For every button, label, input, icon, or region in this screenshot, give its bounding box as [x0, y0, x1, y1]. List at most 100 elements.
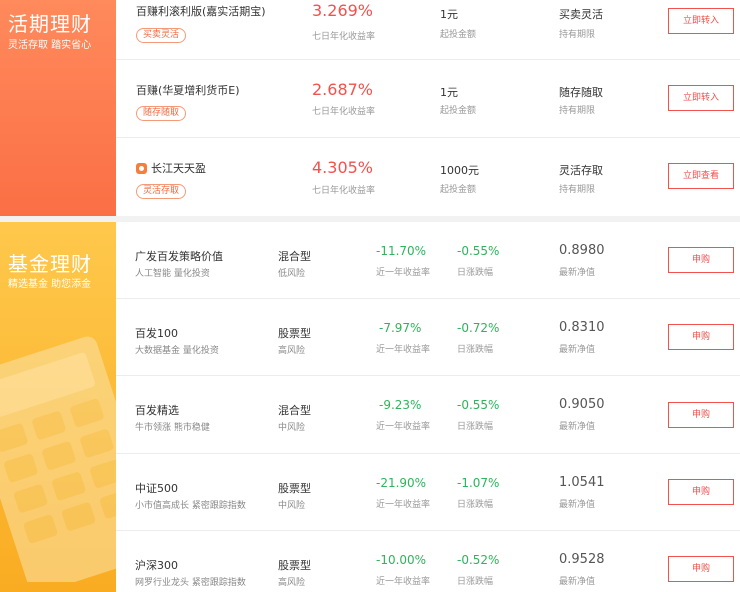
- fund-section: 基金理财 精选基金 助您添金 广发百发策略价值 人工智能 量化投资 混合型 低风…: [0, 222, 740, 592]
- min-amount-label: 起投金额: [440, 185, 477, 195]
- nav-label: 最新净值: [559, 577, 596, 587]
- fund-desc: 人工智能 量化投资: [135, 269, 210, 279]
- transfer-in-button[interactable]: 立即转入: [668, 8, 734, 34]
- year-return: -11.70%: [376, 244, 427, 258]
- current-savings-section: 活期理财 灵活存取 踏实省心 百赚利滚利版(嘉实活期宝) 买卖灵活 3.269%…: [0, 0, 740, 216]
- fund-name[interactable]: 中证500: [135, 480, 178, 496]
- fund-name[interactable]: 广发百发策略价值: [135, 248, 223, 264]
- section-title: 基金理财: [8, 252, 92, 276]
- hold-period: 随存随取: [559, 86, 603, 99]
- day-change: -0.55%: [457, 244, 500, 258]
- fund-desc: 小市值高成长 紧密跟踪指数: [135, 501, 246, 511]
- product-name[interactable]: 百赚利滚利版(嘉实活期宝): [136, 3, 266, 19]
- min-amount-label: 起投金额: [440, 30, 477, 40]
- day-change-label: 日涨跌幅: [457, 500, 494, 510]
- day-change-label: 日涨跌幅: [457, 577, 494, 587]
- rate-value: 2.687%: [312, 80, 374, 99]
- min-amount: 1000元: [440, 164, 479, 177]
- day-change: -1.07%: [457, 476, 500, 490]
- fund-desc: 牛市领涨 熊市稳健: [135, 423, 210, 433]
- day-change-label: 日涨跌幅: [457, 345, 494, 355]
- fund-list: 广发百发策略价值 人工智能 量化投资 混合型 低风险 -11.70% 近一年收益…: [116, 222, 740, 592]
- fund-name[interactable]: 百发精选: [135, 402, 179, 418]
- product-tag: 灵活存取: [136, 184, 187, 199]
- min-amount-label: 起投金额: [440, 106, 477, 116]
- nav-value: 0.8980: [559, 243, 605, 258]
- year-return-label: 近一年收益率: [376, 345, 431, 355]
- fund-type: 股票型: [278, 559, 311, 572]
- day-change-label: 日涨跌幅: [457, 268, 494, 278]
- year-return: -10.00%: [376, 553, 427, 567]
- rate-value: 4.305%: [312, 158, 374, 177]
- subscribe-button[interactable]: 申购: [668, 402, 734, 428]
- rate-label: 七日年化收益率: [312, 32, 376, 42]
- fund-name[interactable]: 沪深300: [135, 557, 178, 573]
- fund-name[interactable]: 百发100: [135, 325, 178, 341]
- min-amount: 1元: [440, 86, 458, 99]
- nav-value: 0.9050: [559, 397, 605, 412]
- view-now-button[interactable]: 立即查看: [668, 163, 734, 189]
- day-change: -0.52%: [457, 553, 500, 567]
- risk-level: 低风险: [278, 269, 306, 279]
- product-tag: 买卖灵活: [136, 28, 187, 43]
- risk-level: 高风险: [278, 346, 306, 356]
- day-change-label: 日涨跌幅: [457, 422, 494, 432]
- fund-type: 混合型: [278, 404, 311, 417]
- nav-value: 0.8310: [559, 320, 605, 335]
- section-subtitle: 灵活存取 踏实省心: [8, 40, 92, 51]
- nav-label: 最新净值: [559, 345, 596, 355]
- fund-desc: 大数据基金 量化投资: [135, 346, 219, 356]
- fund-banner: 基金理财 精选基金 助您添金: [0, 222, 116, 592]
- nav-value: 1.0541: [559, 475, 605, 490]
- current-product-list: 百赚利滚利版(嘉实活期宝) 买卖灵活 3.269% 七日年化收益率 1元 起投金…: [116, 0, 740, 216]
- current-savings-banner: 活期理财 灵活存取 踏实省心: [0, 0, 116, 216]
- nav-value: 0.9528: [559, 552, 605, 567]
- nav-label: 最新净值: [559, 422, 596, 432]
- hold-period-label: 持有期限: [559, 106, 596, 116]
- fund-type: 股票型: [278, 327, 311, 340]
- fund-row: 百发100 大数据基金 量化投资 股票型 高风险 -7.97% 近一年收益率 -…: [116, 299, 740, 376]
- product-row: 百赚利滚利版(嘉实活期宝) 买卖灵活 3.269% 七日年化收益率 1元 起投金…: [116, 0, 740, 60]
- product-row: 长江天天盈 灵活存取 4.305% 七日年化收益率 1000元 起投金额 灵活存…: [116, 138, 740, 216]
- nav-label: 最新净值: [559, 268, 596, 278]
- product-row: 百赚(华夏增利货币E) 随存随取 2.687% 七日年化收益率 1元 起投金额 …: [116, 60, 740, 138]
- calculator-illustration: [0, 336, 116, 582]
- year-return: -9.23%: [379, 398, 422, 412]
- subscribe-button[interactable]: 申购: [668, 324, 734, 350]
- rate-label: 七日年化收益率: [312, 186, 376, 196]
- year-return: -21.90%: [376, 476, 427, 490]
- year-return-label: 近一年收益率: [376, 268, 431, 278]
- year-return-label: 近一年收益率: [376, 577, 431, 587]
- changjiang-logo-icon: [136, 163, 147, 174]
- hold-period-label: 持有期限: [559, 185, 596, 195]
- section-title: 活期理财: [8, 12, 92, 36]
- risk-level: 中风险: [278, 423, 306, 433]
- nav-label: 最新净值: [559, 500, 596, 510]
- risk-level: 中风险: [278, 501, 306, 511]
- fund-type: 股票型: [278, 482, 311, 495]
- transfer-in-button[interactable]: 立即转入: [668, 85, 734, 111]
- subscribe-button[interactable]: 申购: [668, 479, 734, 505]
- product-name[interactable]: 长江天天盈: [136, 160, 206, 176]
- hold-period: 灵活存取: [559, 164, 603, 177]
- fund-row: 百发精选 牛市领涨 熊市稳健 混合型 中风险 -9.23% 近一年收益率 -0.…: [116, 376, 740, 454]
- subscribe-button[interactable]: 申购: [668, 247, 734, 273]
- fund-row: 广发百发策略价值 人工智能 量化投资 混合型 低风险 -11.70% 近一年收益…: [116, 222, 740, 299]
- risk-level: 高风险: [278, 578, 306, 588]
- fund-row: 中证500 小市值高成长 紧密跟踪指数 股票型 中风险 -21.90% 近一年收…: [116, 454, 740, 531]
- min-amount: 1元: [440, 8, 458, 21]
- year-return-label: 近一年收益率: [376, 500, 431, 510]
- subscribe-button[interactable]: 申购: [668, 556, 734, 582]
- fund-desc: 网罗行业龙头 紧密跟踪指数: [135, 578, 246, 588]
- product-name[interactable]: 百赚(华夏增利货币E): [136, 82, 240, 98]
- rate-label: 七日年化收益率: [312, 107, 376, 117]
- hold-period-label: 持有期限: [559, 30, 596, 40]
- section-subtitle: 精选基金 助您添金: [8, 279, 92, 290]
- fund-type: 混合型: [278, 250, 311, 263]
- day-change: -0.55%: [457, 398, 500, 412]
- year-return: -7.97%: [379, 321, 422, 335]
- product-tag: 随存随取: [136, 106, 187, 121]
- rate-value: 3.269%: [312, 1, 374, 20]
- fund-row: 沪深300 网罗行业龙头 紧密跟踪指数 股票型 高风险 -10.00% 近一年收…: [116, 531, 740, 592]
- day-change: -0.72%: [457, 321, 500, 335]
